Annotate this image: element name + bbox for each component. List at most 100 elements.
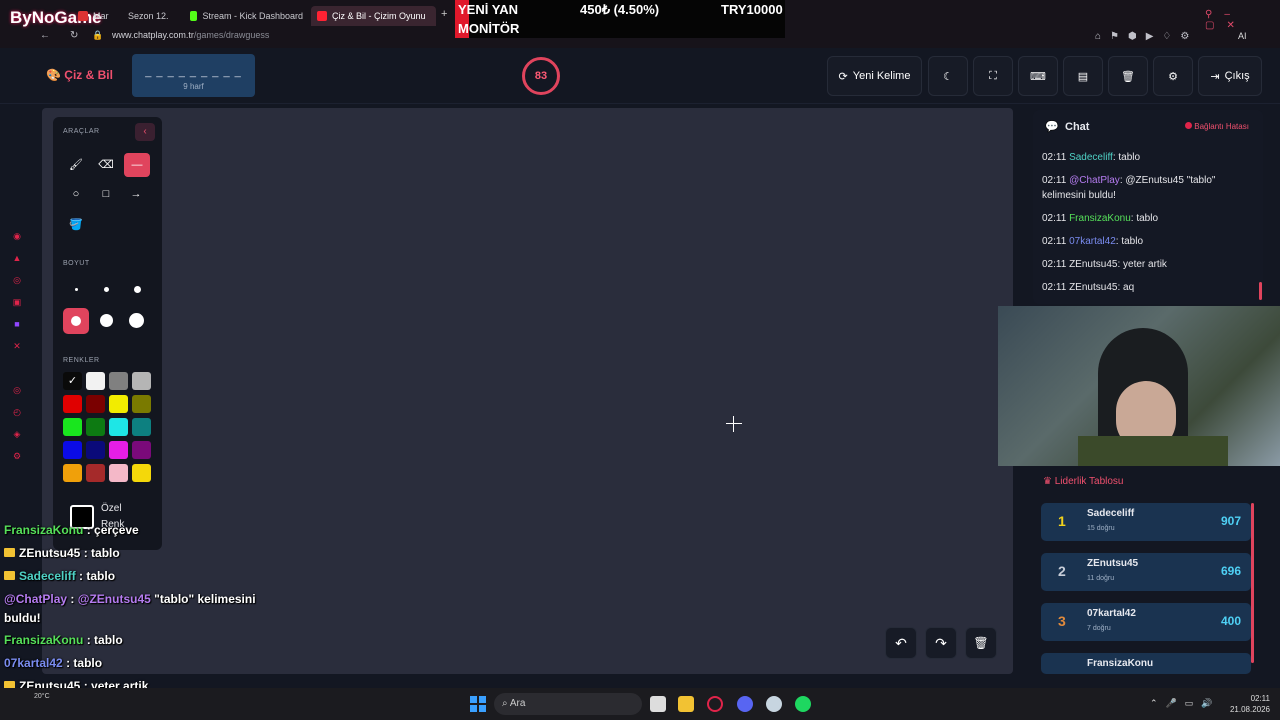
new-tab-icon[interactable]: + [441,8,447,20]
color-swatch[interactable] [86,395,105,413]
file-explorer-icon[interactable] [678,696,694,712]
connection-status-badge: Bağlantı Hatası [1185,122,1249,131]
chat-username[interactable]: @ChatPlay [1069,175,1120,186]
chat-time: 02:11 [1042,259,1067,270]
chat-messages: 02:11 Sadeceliff: tablo 02:11 @ChatPlay: … [1042,150,1257,303]
eraser-tool-button[interactable]: ⌫ [95,153,117,175]
color-swatch[interactable] [86,372,105,390]
archive-button[interactable]: ▤ [1063,56,1103,96]
overlay-text: : tablo [66,656,103,670]
task-view-icon[interactable] [650,696,666,712]
chat-panel: 💬 Chat Bağlantı Hatası 02:11 Sadeceliff:… [1033,110,1263,304]
rectangle-tool-button[interactable]: □ [95,183,117,205]
collapse-panel-button[interactable]: ‹ [135,123,155,141]
ad-line2: MONİTÖR [458,21,520,36]
weather-label: 20°C [34,693,50,700]
color-swatch[interactable] [109,418,128,436]
tab-mar[interactable]: Mar [72,6,122,26]
color-swatch[interactable] [132,418,151,436]
delete-button[interactable]: 🗑 [1108,56,1148,96]
color-swatch[interactable] [63,418,82,436]
opera-gx-icon[interactable] [707,696,723,712]
overlay-text: : tablo [86,633,123,647]
window-controls: ⚲–▢✕ [1205,9,1247,31]
redo-button[interactable]: ↷ [925,627,957,659]
fill-tool-button[interactable]: 🪣 [65,213,87,235]
rank-number: 3 [1058,613,1066,629]
color-swatch[interactable] [63,464,82,482]
fullscreen-button[interactable]: ⛶ [973,56,1013,96]
logout-button[interactable]: ⇥ Çıkış [1198,56,1262,96]
tab-sezon[interactable]: Sezon 12. [122,6,182,26]
reload-icon[interactable]: ↻ [70,30,78,41]
system-tray-icons[interactable]: ⌃🎤▭🔊 [1150,698,1220,709]
color-swatch[interactable] [132,464,151,482]
keyboard-button[interactable]: ⌨ [1018,56,1058,96]
steam-icon[interactable] [766,696,782,712]
color-swatch[interactable] [86,418,105,436]
size-option-2[interactable] [104,287,109,292]
color-swatch[interactable] [109,372,128,390]
taskbar-search[interactable]: ⌕ Ara [494,693,642,715]
color-swatch[interactable] [63,395,82,413]
line-tool-button[interactable]: — [124,153,150,177]
new-word-button[interactable]: ⟳ Yeni Kelime [827,56,922,96]
size-option-4-selected[interactable] [63,308,89,334]
color-swatch[interactable] [109,464,128,482]
color-swatch[interactable] [132,372,151,390]
timer: 83 [522,57,560,95]
color-swatch[interactable] [63,441,82,459]
color-swatch[interactable] [86,464,105,482]
chat-icon: 💬 [1045,121,1059,133]
size-option-6[interactable] [129,313,144,328]
drawing-canvas[interactable] [42,108,1013,674]
spotify-icon[interactable] [795,696,811,712]
overlay-text: : çerçeve [86,523,139,537]
trash-icon: 🗑 [973,636,989,650]
gear-icon: ⚙ [1168,70,1178,83]
ai-label[interactable]: AI [1238,31,1247,41]
back-icon[interactable]: ← [40,30,50,41]
app-title[interactable]: 🎨 Çiz & Bil [46,68,113,82]
extension-icons[interactable]: ⌂⚑⬢▶♢⚙ [1095,31,1198,42]
brush-tool-button[interactable]: 🖌 [65,153,87,175]
arrow-tool-button[interactable]: → [125,183,147,205]
size-option-5[interactable] [100,314,113,327]
color-swatch[interactable] [132,395,151,413]
chat-username[interactable]: ZEnutsu45 [1069,282,1117,293]
player-correct-count: 7 doğru [1087,625,1111,632]
color-swatch[interactable] [132,441,151,459]
trash-icon: 🗑 [1121,70,1135,83]
chat-text: : tablo [1130,213,1159,224]
tab-ciz-bil[interactable]: Çiz & Bil - Çizim Oyunu [311,6,436,26]
color-swatch[interactable] [109,441,128,459]
leaderboard-row: 3 07kartal42 7 doğru 400 [1041,603,1251,641]
leaderboard-row: 1 Sadeceliff 15 doğru 907 [1041,503,1251,541]
leaderboard-scrollbar[interactable] [1251,503,1254,663]
size-option-1[interactable] [75,288,78,291]
color-swatch[interactable] [109,395,128,413]
settings-button[interactable]: ⚙ [1153,56,1193,96]
chat-message: 02:11 ZEnutsu45: aq [1042,280,1257,295]
undo-button[interactable]: ↶ [885,627,917,659]
size-option-3[interactable] [134,286,141,293]
chat-username[interactable]: ZEnutsu45 [1069,259,1117,270]
chat-username[interactable]: FransizaKonu [1069,213,1131,224]
address-path: /games/drawguess [193,30,270,40]
start-button[interactable] [470,696,486,712]
chat-time: 02:11 [1042,213,1067,224]
chat-username[interactable]: 07kartal42 [1069,236,1116,247]
palette-icon: 🎨 [46,68,61,82]
color-swatch[interactable] [86,441,105,459]
clock[interactable]: 02:11 21.08.2026 [1222,693,1270,715]
address-bar[interactable]: www.chatplay.com.tr/games/drawguess [112,30,269,40]
discord-icon[interactable] [737,696,753,712]
color-swatch[interactable]: ✓ [63,372,82,390]
tab-kick-dashboard[interactable]: Stream - Kick Dashboard [184,6,309,26]
chat-username[interactable]: Sadeceliff [1069,152,1113,163]
ad-overlay: YENİ YAN MONİTÖR 450₺ (4.50%) TRY10000 [455,0,785,38]
dark-mode-button[interactable]: ☾ [928,56,968,96]
circle-tool-button[interactable]: ○ [65,183,87,205]
clear-canvas-button[interactable]: 🗑 [965,627,997,659]
chat-scrollbar[interactable] [1259,282,1262,300]
